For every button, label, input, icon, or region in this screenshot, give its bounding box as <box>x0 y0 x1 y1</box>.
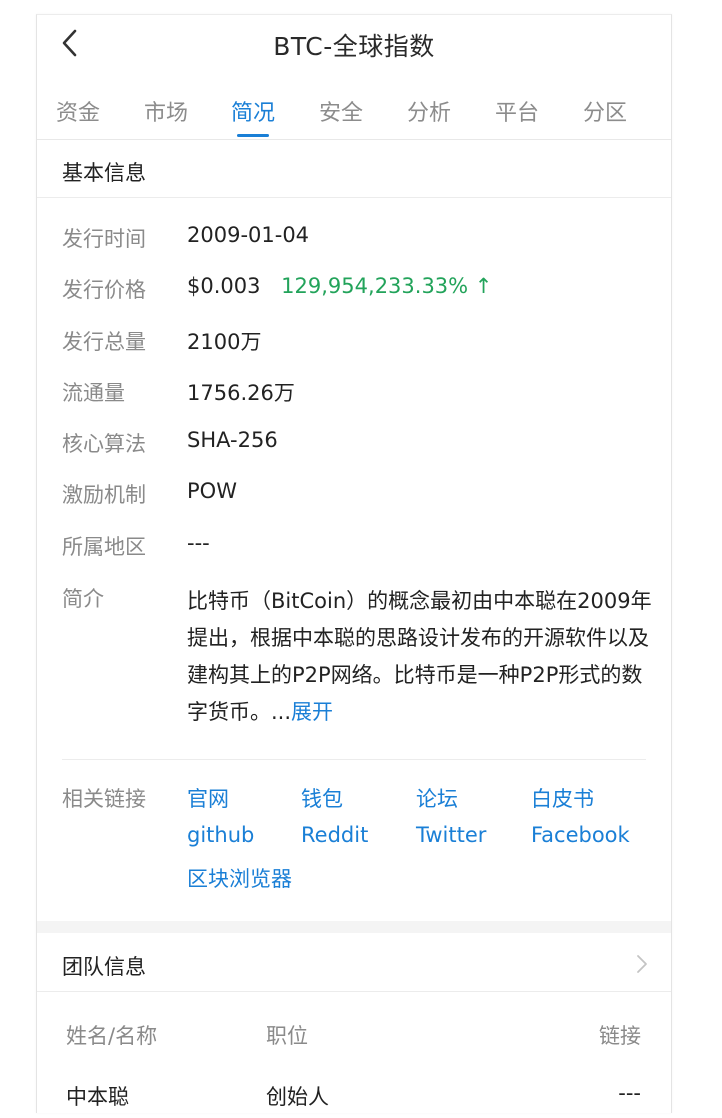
info-value: POW <box>187 479 237 503</box>
section-title: 团队信息 <box>62 955 146 979</box>
info-key: 激励机制 <box>62 483 146 507</box>
link-official-site[interactable]: 官网 <box>187 783 229 813</box>
column-header-role: 职位 <box>266 1024 308 1048</box>
basic-info-header: 基本信息 <box>37 141 671 198</box>
info-key: 相关链接 <box>62 787 146 811</box>
member-role: 创始人 <box>266 1085 329 1109</box>
info-value: SHA-256 <box>187 428 278 452</box>
link-forum[interactable]: 论坛 <box>416 783 458 813</box>
intro-body: 比特币（BitCoin）的概念最初由中本聪在2009年提出，根据中本聪的思路设计… <box>187 589 652 724</box>
info-key: 发行总量 <box>62 330 146 354</box>
column-header-link: 链接 <box>599 1024 641 1048</box>
member-link[interactable]: --- <box>618 1081 641 1105</box>
info-row: 激励机制 POW <box>37 479 671 519</box>
section-title: 基本信息 <box>62 161 146 185</box>
info-key: 简介 <box>62 587 104 611</box>
info-key: 流通量 <box>62 381 125 405</box>
link-github[interactable]: github <box>187 823 254 847</box>
link-whitepaper[interactable]: 白皮书 <box>531 783 594 813</box>
info-row: 发行价格 $0.003 129,954,233.33% ↑ <box>37 274 671 314</box>
info-key: 发行价格 <box>62 278 146 302</box>
tab-sector[interactable]: 分区 <box>575 95 635 127</box>
tab-bar: 资金 市场 简况 安全 分析 平台 分区 <box>37 87 671 140</box>
page-title: BTC-全球指数 <box>273 32 435 61</box>
expand-link[interactable]: 展开 <box>291 700 333 724</box>
divider <box>62 759 646 760</box>
link-block-explorer[interactable]: 区块浏览器 <box>187 863 292 893</box>
link-twitter[interactable]: Twitter <box>416 823 486 847</box>
info-key: 所属地区 <box>62 535 146 559</box>
price-change: 129,954,233.33% ↑ <box>281 274 493 298</box>
tab-market[interactable]: 市场 <box>136 95 196 127</box>
info-key: 发行时间 <box>62 227 146 251</box>
column-header-name: 姓名/名称 <box>66 1024 158 1048</box>
tab-security[interactable]: 安全 <box>311 95 371 127</box>
tab-platform[interactable]: 平台 <box>487 95 547 127</box>
info-row: 流通量 1756.26万 <box>37 377 671 417</box>
link-facebook[interactable]: Facebook <box>531 823 630 847</box>
info-value: 2100万 <box>187 330 262 354</box>
info-value: $0.003 129,954,233.33% ↑ <box>187 274 492 298</box>
app-screen: BTC-全球指数 资金 市场 简况 安全 分析 平台 分区 基本信息 发行时间 … <box>36 14 672 1113</box>
info-value: --- <box>187 531 210 555</box>
section-gap <box>37 921 671 933</box>
team-info-header[interactable]: 团队信息 <box>37 935 671 992</box>
info-row: 核心算法 SHA-256 <box>37 428 671 468</box>
info-row: 所属地区 --- <box>37 531 671 571</box>
tab-funds[interactable]: 资金 <box>48 95 108 127</box>
tab-analysis[interactable]: 分析 <box>399 95 459 127</box>
intro-text: 比特币（BitCoin）的概念最初由中本聪在2009年提出，根据中本聪的思路设计… <box>187 583 652 731</box>
member-name: 中本聪 <box>66 1085 129 1109</box>
info-row: 发行时间 2009-01-04 <box>37 223 671 263</box>
top-bar: BTC-全球指数 <box>37 15 671 73</box>
link-wallet[interactable]: 钱包 <box>301 783 343 813</box>
info-key: 核心算法 <box>62 432 146 456</box>
info-value: 1756.26万 <box>187 381 295 405</box>
link-reddit[interactable]: Reddit <box>301 823 368 847</box>
tab-overview[interactable]: 简况 <box>223 95 283 127</box>
info-value: 2009-01-04 <box>187 223 310 247</box>
chevron-right-icon <box>637 955 647 973</box>
issue-price: $0.003 <box>187 274 261 298</box>
active-tab-indicator <box>237 134 269 137</box>
info-row: 发行总量 2100万 <box>37 326 671 366</box>
